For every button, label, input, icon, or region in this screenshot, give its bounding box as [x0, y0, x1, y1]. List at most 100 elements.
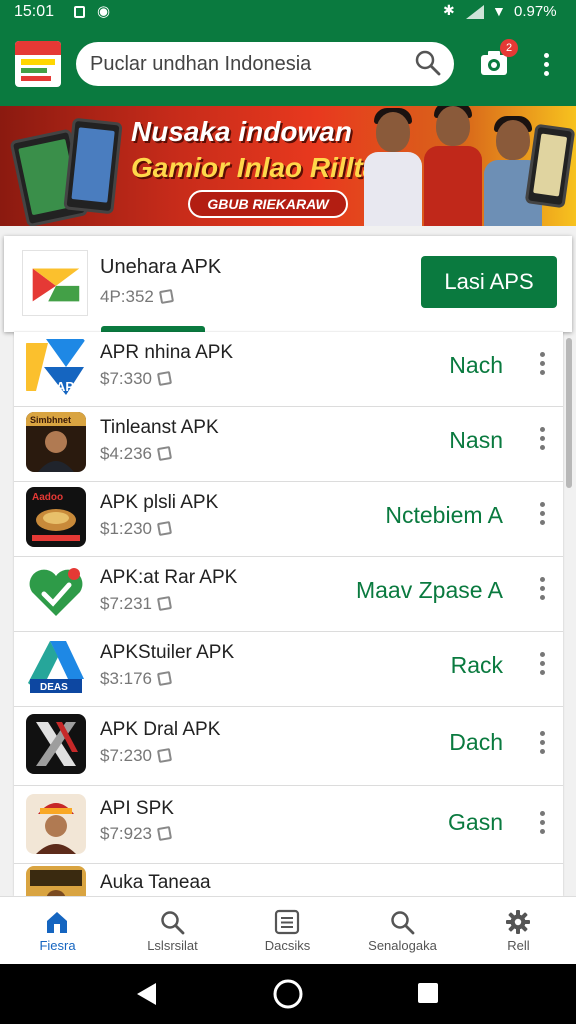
portrait-icon: Simbhnet: [26, 412, 86, 472]
app-name: APK plsli APK: [100, 492, 219, 513]
featured-app-name: Unehara APK: [100, 256, 222, 278]
app-list[interactable]: APK APR nhina APK $7:330 Nach Simbhnet T…: [14, 332, 563, 896]
list-item[interactable]: Simbhnet Tinleanst APK $4:236 Nasn: [14, 407, 563, 482]
scrollbar[interactable]: [566, 338, 572, 488]
more-vert-icon[interactable]: [536, 811, 548, 839]
portrait-icon: [26, 794, 86, 854]
game-icon: [26, 866, 86, 896]
status-bar: 15:01 ◉ ✱ ▼ 0.97%: [0, 0, 576, 24]
tag-icon: [156, 670, 173, 687]
app-name: APK:at Rar APK: [100, 567, 238, 588]
nav-label: Dacsiks: [264, 938, 311, 953]
banner-subtitle: Gamior Inlao Rilltay: [131, 152, 394, 183]
app-action-button[interactable]: Nach: [449, 352, 503, 379]
tag-icon: [158, 288, 174, 305]
more-vert-icon[interactable]: [536, 427, 548, 455]
app-price: $3:176: [100, 669, 173, 689]
search-icon: [391, 911, 415, 935]
app-name: APR nhina APK: [100, 342, 234, 363]
list-item[interactable]: APK APR nhina APK $7:330 Nach: [14, 332, 563, 407]
system-navigation-bar: [0, 964, 576, 1024]
recents-icon[interactable]: [417, 982, 439, 1004]
notification-badge: 2: [500, 39, 518, 57]
featured-app-icon: [22, 250, 88, 316]
app-action-button[interactable]: Dach: [449, 729, 503, 756]
app-action-button[interactable]: Rack: [451, 652, 503, 679]
bottom-navigation: Fiesra Lslsrsilat Dacsiks Senalogaka Rel…: [0, 896, 576, 964]
nav-label: Fiesra: [39, 938, 76, 953]
app-action-button[interactable]: Maav Zpase A: [356, 577, 503, 604]
screenshot-icon: [74, 6, 85, 18]
tag-icon: [156, 595, 173, 612]
food-icon: Aadoo: [26, 487, 86, 547]
nav-explore[interactable]: Senalogaka: [345, 897, 460, 965]
search-bar[interactable]: Puclar undhan Indonesia: [76, 42, 454, 86]
svg-text:Aadoo: Aadoo: [32, 492, 63, 503]
more-vert-icon[interactable]: [536, 50, 556, 80]
tag-icon: [156, 520, 173, 537]
home-button-icon[interactable]: [272, 978, 304, 1010]
app-action-button[interactable]: Nctebiem A: [385, 502, 503, 529]
app-price: $7:231: [100, 594, 173, 614]
home-icon: [47, 912, 67, 933]
back-icon[interactable]: [134, 981, 160, 1007]
svg-text:Simbhnet: Simbhnet: [30, 415, 71, 425]
more-vert-icon[interactable]: [536, 577, 548, 605]
list-icon: [274, 909, 300, 935]
list-item[interactable]: APK:at Rar APK $7:231 Maav Zpase A: [14, 557, 563, 632]
list-item[interactable]: DEAS APKStuiler APK $3:176 Rack: [14, 632, 563, 707]
banner-button[interactable]: GBUB RIEKARAW: [188, 190, 348, 218]
nav-label: Lslsrsilat: [147, 938, 198, 953]
svg-text:DEAS: DEAS: [40, 682, 68, 693]
tag-icon: [156, 825, 173, 842]
tag-icon: [156, 370, 173, 387]
signal-icon: [466, 5, 484, 19]
phone-illustration: [63, 117, 123, 215]
more-vert-icon[interactable]: [536, 352, 548, 380]
list-item[interactable]: APK Dral APK $7:230 Dach: [14, 707, 563, 786]
search-icon: [161, 911, 185, 935]
more-vert-icon[interactable]: [536, 652, 548, 680]
featured-app-card[interactable]: Unehara APK 4P:352 Lasi APS: [4, 236, 572, 332]
apk-logo-icon: APK: [26, 337, 86, 397]
more-vert-icon[interactable]: [536, 502, 548, 530]
app-name: Auka Taneaa: [100, 872, 211, 893]
x-logo-icon: [26, 714, 86, 774]
heart-check-icon: [26, 562, 86, 622]
list-item[interactable]: Auka Taneaa: [14, 864, 563, 896]
app-action-button[interactable]: Gasn: [448, 809, 503, 836]
app-price: $1:230: [100, 519, 173, 539]
banner-title: Nusaka indowan: [131, 116, 352, 147]
app-price: $7:923: [100, 824, 173, 844]
tag-icon: [156, 445, 173, 462]
search-icon[interactable]: [414, 49, 442, 77]
bluetooth-icon: ✱: [443, 2, 455, 18]
app-name: APK Dral APK: [100, 719, 221, 740]
nav-search[interactable]: Lslsrsilat: [115, 897, 230, 965]
battery-level: 0.97%: [514, 3, 557, 20]
nav-home[interactable]: Fiesra: [0, 897, 115, 965]
person-image: [424, 106, 482, 226]
app-name: API SPK: [100, 798, 174, 819]
nav-settings[interactable]: Rell: [461, 897, 576, 965]
nav-label: Senalogaka: [368, 938, 437, 953]
nav-label: Rell: [507, 938, 530, 953]
app-price: $7:230: [100, 746, 173, 766]
list-item[interactable]: API SPK $7:923 Gasn: [14, 786, 563, 864]
app-name: APKStuiler APK: [100, 642, 235, 663]
triangle-logo-icon: DEAS: [26, 637, 86, 697]
install-button[interactable]: Lasi APS: [421, 256, 557, 308]
app-name: Tinleanst APK: [100, 417, 219, 438]
wifi-strength-icon: ▼: [492, 3, 506, 19]
tag-icon: [156, 747, 173, 764]
person-image: [364, 108, 422, 226]
gear-icon: [506, 910, 530, 934]
list-item[interactable]: Aadoo APK plsli APK $1:230 Nctebiem A: [14, 482, 563, 557]
store-logo-icon[interactable]: [15, 41, 61, 87]
app-price: $4:236: [100, 444, 173, 464]
search-input[interactable]: Puclar undhan Indonesia: [90, 53, 311, 76]
app-action-button[interactable]: Nasn: [449, 427, 503, 454]
nav-lists[interactable]: Dacsiks: [230, 897, 345, 965]
promo-banner[interactable]: Nusaka indowan Gamior Inlao Rilltay GBUB…: [0, 106, 576, 226]
more-vert-icon[interactable]: [536, 731, 548, 759]
